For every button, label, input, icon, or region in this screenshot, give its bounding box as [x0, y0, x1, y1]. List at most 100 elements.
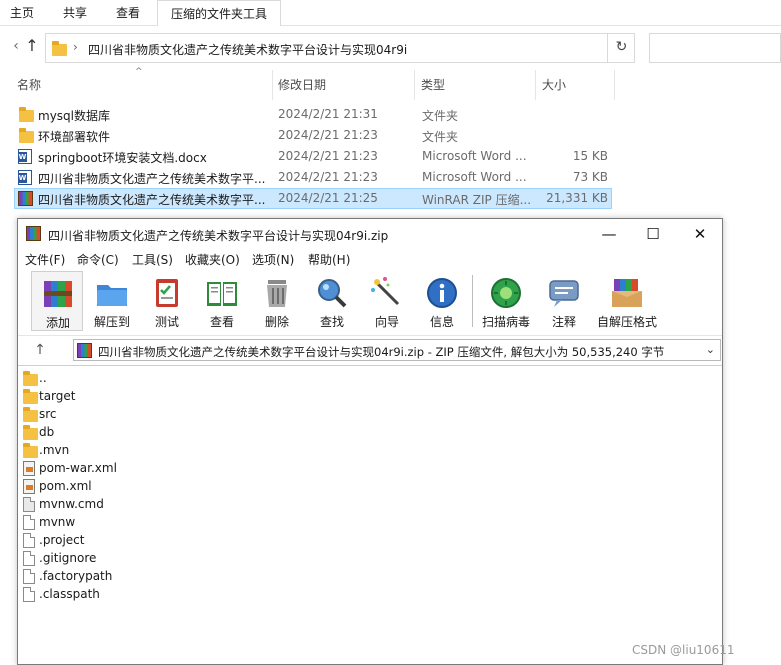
list-item[interactable]: ..	[20, 369, 700, 387]
virus-scan-button[interactable]: 扫描病毒	[480, 271, 532, 331]
view-button[interactable]: 查看	[196, 271, 248, 331]
file-row-selected[interactable]: 四川省非物质文化遗产之传统美术数字平... 2024/2/21 21:25 Wi…	[14, 188, 612, 209]
info-button[interactable]: 信息	[416, 271, 468, 331]
menu-options[interactable]: 选项(N)	[252, 251, 294, 268]
entry-name: .factorypath	[39, 569, 113, 583]
list-item[interactable]: .factorypath	[20, 567, 700, 585]
entry-name: pom-war.xml	[39, 461, 117, 475]
folder-icon	[52, 41, 67, 56]
cmd-file-icon	[23, 497, 35, 512]
refresh-icon[interactable]: ↻	[607, 33, 635, 63]
list-item[interactable]: db	[20, 423, 700, 441]
delete-button[interactable]: 删除	[251, 271, 303, 331]
menu-help[interactable]: 帮助(H)	[308, 251, 350, 268]
column-header-size[interactable]: 大小	[542, 76, 566, 98]
column-header-name[interactable]: 名称	[17, 76, 41, 98]
entry-name: .mvn	[39, 443, 70, 457]
archive-file-list[interactable]: .. target src db .mvn pom-war.xml pom.xm…	[18, 365, 722, 664]
file-name: 四川省非物质文化遗产之传统美术数字平...	[38, 193, 266, 207]
ribbon-tab-view[interactable]: 查看	[104, 0, 152, 26]
column-divider[interactable]	[272, 70, 273, 100]
entry-name: .project	[39, 533, 85, 547]
ribbon-tab-compressed-folder-tools[interactable]: 压缩的文件夹工具	[157, 0, 281, 26]
toolbar-separator	[472, 275, 473, 327]
tool-label: 自解压格式	[596, 315, 657, 329]
column-divider[interactable]	[614, 70, 615, 100]
file-date: 2024/2/21 21:23	[278, 149, 378, 163]
file-date: 2024/2/21 21:31	[278, 107, 378, 121]
entry-name: ..	[39, 371, 47, 385]
search-input[interactable]	[649, 33, 781, 63]
list-item[interactable]: .project	[20, 531, 700, 549]
file-name: springboot环境安装文档.docx	[38, 151, 207, 165]
explorer-ribbon: 主页 共享 查看 压缩的文件夹工具	[0, 0, 781, 26]
menu-favorites[interactable]: 收藏夹(O)	[185, 251, 240, 268]
file-row[interactable]: mysql数据库 2024/2/21 21:31 文件夹	[14, 104, 612, 125]
address-bar[interactable]: › 四川省非物质文化遗产之传统美术数字平台设计与实现04r9i	[45, 33, 635, 63]
winrar-title-bar[interactable]: 四川省非物质文化遗产之传统美术数字平台设计与实现04r9i.zip — ☐ ✕	[18, 219, 722, 249]
menu-command[interactable]: 命令(C)	[77, 251, 119, 268]
entry-name: .classpath	[39, 587, 100, 601]
winrar-logo-icon	[26, 226, 41, 241]
extract-to-button[interactable]: 解压到	[86, 271, 138, 331]
trash-icon	[267, 280, 287, 307]
entry-name: db	[39, 425, 55, 439]
chevron-down-icon[interactable]: ⌄	[706, 343, 715, 356]
menu-file[interactable]: 文件(F)	[25, 251, 65, 268]
csdn-watermark: CSDN @liu10611	[632, 643, 735, 657]
list-item[interactable]: .mvn	[20, 441, 700, 459]
file-row[interactable]: 环境部署软件 2024/2/21 21:23 文件夹	[14, 125, 612, 146]
folder-icon	[23, 389, 38, 404]
file-name: mysql数据库	[38, 109, 110, 123]
up-arrow-icon[interactable]: ↑	[24, 38, 40, 54]
list-item[interactable]: .classpath	[20, 585, 700, 603]
column-divider[interactable]	[414, 70, 415, 100]
list-item[interactable]: pom.xml	[20, 477, 700, 495]
file-type: Microsoft Word ...	[422, 170, 527, 184]
entry-name: pom.xml	[39, 479, 92, 493]
xml-file-icon	[23, 461, 35, 476]
add-button[interactable]: 添加	[31, 271, 83, 331]
file-date: 2024/2/21 21:23	[278, 170, 378, 184]
list-item[interactable]: mvnw.cmd	[20, 495, 700, 513]
sfx-button[interactable]: 自解压格式	[597, 271, 657, 331]
list-item[interactable]: target	[20, 387, 700, 405]
add-archive-icon	[44, 281, 72, 307]
tool-label: 扫描病毒	[481, 315, 530, 329]
wizard-button[interactable]: 向导	[361, 271, 413, 331]
minimize-icon[interactable]: —	[594, 223, 624, 245]
file-row[interactable]: 四川省非物质文化遗产之传统美术数字平... 2024/2/21 21:23 Mi…	[14, 167, 612, 188]
menu-bar: 文件(F) 命令(C) 工具(S) 收藏夹(O) 选项(N) 帮助(H)	[18, 249, 722, 269]
ribbon-tab-share[interactable]: 共享	[51, 0, 99, 26]
maximize-icon[interactable]: ☐	[638, 223, 668, 245]
test-button[interactable]: 测试	[141, 271, 193, 331]
folder-icon	[19, 128, 34, 143]
window-title: 四川省非物质文化遗产之传统美术数字平台设计与实现04r9i.zip	[48, 229, 389, 243]
chevron-right-icon[interactable]: ›	[73, 40, 78, 54]
list-item[interactable]: .gitignore	[20, 549, 700, 567]
close-icon[interactable]: ✕	[685, 223, 715, 245]
sfx-box-icon	[612, 279, 642, 307]
view-book-icon	[207, 282, 237, 306]
list-item[interactable]: pom-war.xml	[20, 459, 700, 477]
up-arrow-icon[interactable]: ↑	[32, 342, 48, 358]
file-type: WinRAR ZIP 压缩...	[422, 193, 532, 207]
find-button[interactable]: 查找	[306, 271, 358, 331]
column-header-type[interactable]: 类型	[421, 76, 445, 98]
list-item[interactable]: mvnw	[20, 513, 700, 531]
magnifier-icon	[318, 279, 347, 308]
file-row[interactable]: springboot环境安装文档.docx 2024/2/21 21:23 Mi…	[14, 146, 612, 167]
ribbon-tab-home[interactable]: 主页	[0, 0, 44, 26]
file-icon	[23, 587, 35, 602]
file-date: 2024/2/21 21:25	[278, 191, 378, 205]
list-item[interactable]: src	[20, 405, 700, 423]
path-combobox[interactable]: 四川省非物质文化遗产之传统美术数字平台设计与实现04r9i.zip - ZIP …	[73, 339, 721, 361]
back-icon[interactable]: ‹	[8, 38, 24, 54]
column-divider[interactable]	[535, 70, 536, 100]
file-name: 四川省非物质文化遗产之传统美术数字平...	[38, 172, 266, 186]
menu-tools[interactable]: 工具(S)	[132, 251, 173, 268]
file-size: 73 KB	[572, 170, 608, 184]
column-header-date[interactable]: 修改日期	[278, 76, 326, 98]
comment-button[interactable]: 注释	[538, 271, 590, 331]
entry-name: src	[39, 407, 57, 421]
